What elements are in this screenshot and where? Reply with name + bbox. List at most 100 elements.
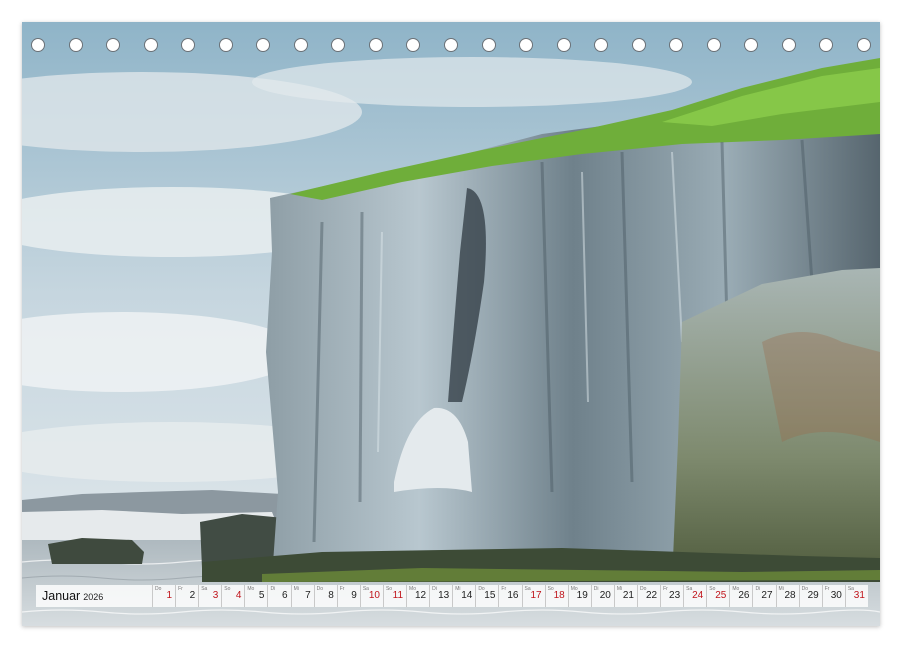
day-number: 5	[258, 590, 265, 601]
binding-hole	[631, 38, 646, 52]
weekday-label: Mi	[293, 586, 299, 592]
day-cells: Do 1 Fr 2 Sa 3 So 4 Mo 5 Di 6 Mi 7 Do 8 Fr 9 Sa 10 So 11 Mo 12 D…	[152, 585, 868, 607]
day-cell: Do 8	[313, 585, 337, 607]
day-number: 26	[738, 590, 750, 601]
weekday-label: Di	[432, 586, 437, 592]
day-number: 16	[507, 590, 519, 601]
day-number: 9	[351, 590, 357, 601]
weekday-label: So	[385, 586, 393, 592]
day-cell: Fr 23	[660, 585, 683, 607]
weekday-label: Di	[270, 586, 276, 592]
year-label: 2026	[83, 592, 104, 602]
weekday-label: Do	[316, 586, 324, 592]
binding-hole	[406, 38, 421, 52]
day-number: 3	[212, 590, 219, 601]
binding-hole	[444, 38, 458, 52]
day-cell: So 11	[382, 585, 406, 607]
calendar-strip: Januar 2026 Do 1 Fr 2 Sa 3 So 4 Mo 5 Di 6 Mi 7 Do 8 Fr 9 Sa…	[36, 585, 868, 607]
binding-hole	[857, 38, 871, 52]
weekday-label: Fr	[501, 586, 507, 592]
weekday-label: So	[224, 586, 231, 592]
weekday-label: Di	[593, 586, 599, 592]
day-number: 28	[784, 590, 796, 601]
binding-hole	[781, 38, 796, 52]
day-number: 8	[328, 590, 334, 601]
day-cell: Sa 17	[521, 585, 545, 607]
day-cell: Do 29	[798, 585, 822, 607]
binding-hole	[106, 38, 121, 52]
binding-hole	[143, 38, 158, 52]
day-cell: Mo 12	[406, 585, 429, 607]
weekday-label: Fr	[824, 586, 830, 592]
day-cell: Sa 31	[844, 585, 868, 607]
day-number: 17	[530, 590, 542, 601]
day-number: 18	[553, 590, 565, 601]
binding-hole	[819, 38, 834, 52]
day-cell: Mi 28	[775, 585, 799, 607]
binding-hole	[744, 38, 759, 52]
binding-hole	[706, 38, 721, 52]
day-number: 29	[807, 590, 819, 601]
binding-hole	[481, 38, 496, 52]
binding-hole	[293, 38, 308, 52]
day-number: 15	[484, 590, 496, 601]
binding-hole	[256, 38, 271, 52]
day-cell: Mo 5	[244, 585, 267, 607]
weekday-label: Mi	[455, 586, 461, 592]
binding-hole	[181, 38, 196, 52]
day-cell: Mo 19	[567, 585, 591, 607]
day-cell: Mi 7	[290, 585, 314, 607]
photo-sea-arch-cliff	[22, 22, 880, 626]
day-number: 31	[853, 590, 865, 601]
day-number: 24	[692, 590, 704, 601]
day-number: 22	[645, 590, 658, 601]
month-name: Januar	[42, 589, 81, 603]
day-cell: Mi 14	[452, 585, 475, 607]
binding-holes	[22, 38, 880, 58]
binding-hole	[31, 38, 45, 52]
day-number: 25	[715, 590, 727, 601]
day-number: 20	[599, 590, 611, 601]
day-cell: Fr 16	[498, 585, 521, 607]
weekday-label: Mo	[247, 586, 255, 592]
day-cell: Di 6	[267, 585, 290, 607]
day-cell: Sa 10	[359, 585, 383, 607]
day-cell: Di 27	[752, 585, 775, 607]
day-number: 4	[235, 590, 242, 601]
day-cell: Mo 26	[729, 585, 752, 607]
binding-hole	[331, 38, 346, 52]
weekday-label: Fr	[663, 586, 668, 592]
day-cell: Di 20	[590, 585, 614, 607]
day-number: 6	[282, 590, 288, 601]
calendar-page: Januar 2026 Do 1 Fr 2 Sa 3 So 4 Mo 5 Di 6 Mi 7 Do 8 Fr 9 Sa…	[22, 22, 880, 626]
day-number: 30	[830, 590, 842, 601]
day-cell: So 25	[706, 585, 729, 607]
binding-hole	[669, 38, 684, 52]
day-cell: Do 15	[475, 585, 498, 607]
day-number: 11	[392, 590, 404, 601]
day-number: 10	[368, 590, 380, 601]
day-number: 21	[622, 590, 634, 601]
binding-hole	[556, 38, 571, 52]
month-label: Januar 2026	[36, 589, 152, 603]
day-number: 1	[166, 590, 173, 601]
day-cell: Fr 30	[821, 585, 845, 607]
day-number: 14	[461, 590, 473, 601]
weekday-label: Sa	[201, 586, 208, 592]
day-number: 7	[305, 590, 311, 601]
day-number: 2	[189, 590, 196, 601]
day-number: 12	[415, 590, 427, 601]
weekday-label: Fr	[339, 586, 345, 592]
day-cell: So 4	[221, 585, 244, 607]
binding-hole	[68, 38, 83, 52]
weekday-label: Fr	[178, 586, 183, 592]
binding-hole	[218, 38, 233, 52]
day-cell: Fr 2	[175, 585, 198, 607]
day-number: 23	[669, 590, 681, 601]
weekday-label: Mi	[778, 586, 784, 592]
day-number: 27	[761, 590, 773, 601]
day-number: 19	[576, 590, 588, 601]
day-cell: Fr 9	[336, 585, 360, 607]
binding-hole	[519, 38, 534, 52]
day-cell: Do 1	[152, 585, 175, 607]
